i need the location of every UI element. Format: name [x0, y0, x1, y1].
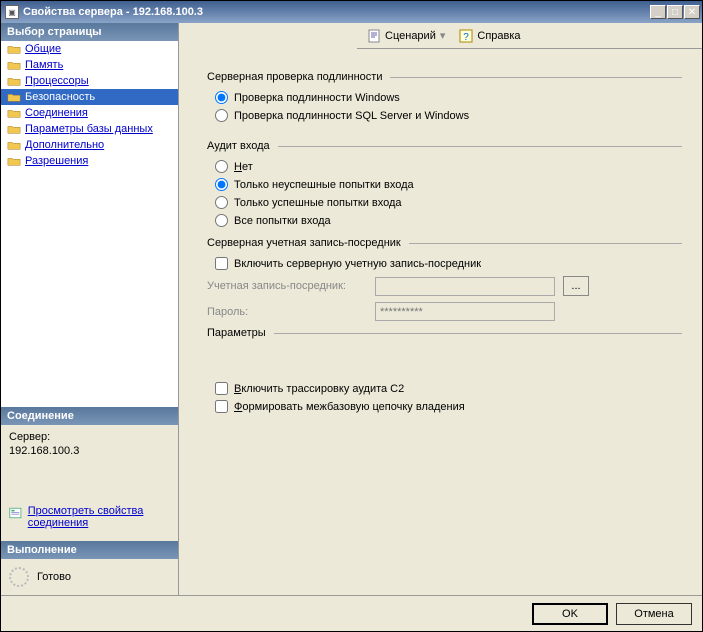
toolbar: Сценарий ▾ ? Справка: [357, 23, 702, 49]
audit-all-radio[interactable]: [215, 214, 228, 227]
audit-all-label: Все попытки входа: [234, 215, 331, 227]
view-connection-link[interactable]: Просмотреть свойства соединения: [9, 505, 170, 529]
auth-windows-radio[interactable]: [215, 91, 228, 104]
audit-success-radio[interactable]: [215, 196, 228, 209]
sidebar-item-processors[interactable]: Процессоры: [1, 73, 178, 89]
page-select-header: Выбор страницы: [1, 23, 178, 41]
sidebar-item-label: Память: [25, 59, 172, 71]
minimize-button[interactable]: _: [650, 5, 666, 19]
sidebar-item-label: Разрешения: [25, 155, 172, 167]
sidebar-item-permissions[interactable]: Разрешения: [1, 153, 178, 169]
sidebar-item-advanced[interactable]: Дополнительно: [1, 137, 178, 153]
window-title: Свойства сервера - 192.168.100.3: [23, 6, 650, 18]
proxy-enable-label: Включить серверную учетную запись-посред…: [234, 258, 481, 270]
audit-none-radio[interactable]: [215, 160, 228, 173]
sidebar-item-label: Соединения: [25, 107, 172, 119]
exec-header: Выполнение: [1, 541, 178, 559]
server-value: 192.168.100.3: [9, 445, 170, 457]
audit-failed-radio[interactable]: [215, 178, 228, 191]
c2-label: Включить трассировку аудита C2: [234, 383, 404, 395]
proxy-account-input: [375, 277, 555, 296]
exec-status: Готово: [37, 571, 71, 583]
proxy-password-input: [375, 302, 555, 321]
sidebar-item-label: Параметры базы данных: [25, 123, 172, 135]
sidebar-item-label: Процессоры: [25, 75, 172, 87]
properties-icon: [9, 505, 22, 521]
audit-group-label: Аудит входа: [207, 140, 270, 152]
svg-text:?: ?: [464, 32, 470, 43]
sidebar-item-label: Безопасность: [25, 91, 172, 103]
c2-checkbox[interactable]: [215, 382, 228, 395]
sidebar-item-general[interactable]: Общие: [1, 41, 178, 57]
chain-label: Формировать межбазовую цепочку владения: [234, 401, 465, 413]
proxy-enable-checkbox[interactable]: [215, 257, 228, 270]
ok-button[interactable]: OK: [532, 603, 608, 625]
auth-sql-radio[interactable]: [215, 109, 228, 122]
auth-sql-label: Проверка подлинности SQL Server и Window…: [234, 110, 469, 122]
audit-none-label: Нет: [234, 161, 253, 173]
server-label: Сервер:: [9, 431, 170, 443]
sidebar-item-label: Общие: [25, 43, 172, 55]
chevron-down-icon: ▾: [440, 29, 446, 42]
script-icon: [367, 29, 381, 43]
help-label: Справка: [477, 30, 520, 42]
sidebar-item-security[interactable]: Безопасность: [1, 89, 178, 105]
auth-group-label: Серверная проверка подлинности: [207, 71, 382, 83]
params-group-label: Параметры: [207, 327, 266, 339]
auth-windows-label: Проверка подлинности Windows: [234, 92, 400, 104]
chain-checkbox[interactable]: [215, 400, 228, 413]
cancel-button[interactable]: Отмена: [616, 603, 692, 625]
audit-failed-label: Только неуспешные попытки входа: [234, 179, 414, 191]
connection-header: Соединение: [1, 407, 178, 425]
window-icon: ▣: [5, 5, 19, 19]
view-connection-label: Просмотреть свойства соединения: [28, 505, 170, 529]
sidebar-item-db-params[interactable]: Параметры базы данных: [1, 121, 178, 137]
titlebar: ▣ Свойства сервера - 192.168.100.3 _ □ ✕: [1, 1, 702, 23]
maximize-button[interactable]: □: [667, 5, 683, 19]
sidebar-item-label: Дополнительно: [25, 139, 172, 151]
proxy-group-label: Серверная учетная запись-посредник: [207, 237, 401, 249]
sidebar-item-memory[interactable]: Память: [1, 57, 178, 73]
sidebar-item-connections[interactable]: Соединения: [1, 105, 178, 121]
help-icon: ?: [459, 29, 473, 43]
help-button[interactable]: ? Справка: [455, 27, 524, 45]
spinner-icon: [9, 567, 29, 587]
close-button[interactable]: ✕: [684, 5, 700, 19]
audit-success-label: Только успешные попытки входа: [234, 197, 402, 209]
proxy-browse-button[interactable]: ...: [563, 276, 589, 296]
proxy-password-label: Пароль:: [207, 306, 367, 318]
proxy-account-label: Учетная запись-посредник:: [207, 280, 367, 292]
script-button[interactable]: Сценарий ▾: [363, 27, 449, 45]
script-label: Сценарий: [385, 30, 436, 42]
